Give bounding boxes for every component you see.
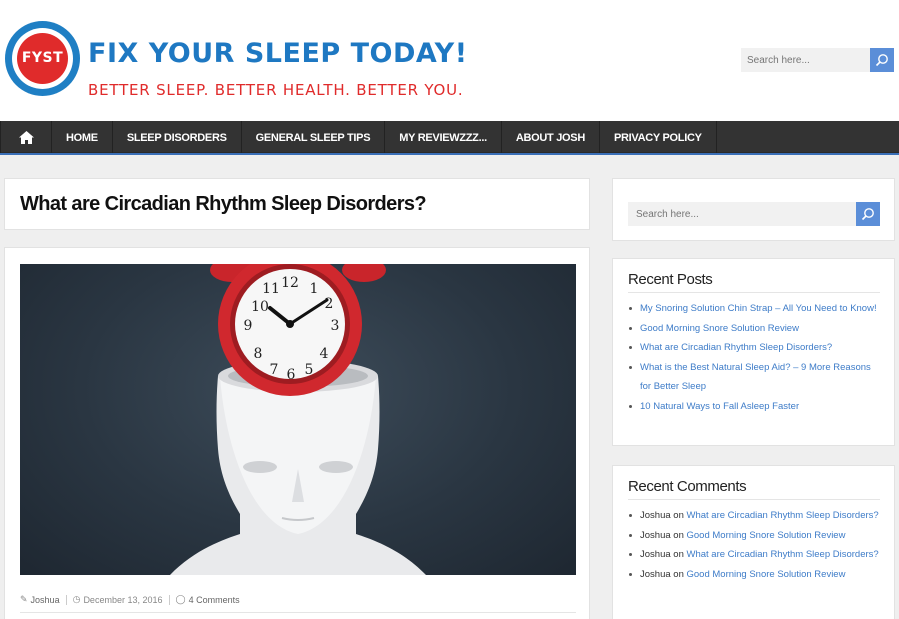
comment-on-text: on xyxy=(673,510,684,521)
list-item: Joshua on What are Circadian Rhythm Slee… xyxy=(628,506,880,526)
recent-comments-list: Joshua on What are Circadian Rhythm Slee… xyxy=(628,506,880,584)
recent-comments-widget: Recent Comments Joshua on What are Circa… xyxy=(612,465,895,619)
post-title-card: What are Circadian Rhythm Sleep Disorder… xyxy=(4,178,590,230)
svg-text:4: 4 xyxy=(320,346,329,362)
post-meta-divider xyxy=(20,612,576,613)
home-icon xyxy=(18,131,34,144)
featured-image: 12 1 10 3 9 8 7 6 5 4 11 2 xyxy=(20,264,576,575)
recent-post-link[interactable]: What is the Best Natural Sleep Aid? – 9 … xyxy=(640,362,871,393)
comment-on-text: on xyxy=(673,568,684,580)
post-meta: ✎ Joshua ◷ December 13, 2016 ◯ 4 Comment… xyxy=(20,594,240,605)
header-search xyxy=(741,48,894,72)
recent-posts-widget: Recent Posts My Snoring Solution Chin St… xyxy=(612,258,895,446)
comment-post-link[interactable]: What are Circadian Rhythm Sleep Disorder… xyxy=(687,510,879,521)
sidebar-search xyxy=(628,202,880,226)
clock-icon: ◷ xyxy=(72,594,81,604)
post-card: 12 1 10 3 9 8 7 6 5 4 11 2 ✎ Joshua ◷ De… xyxy=(4,247,590,619)
comment-post-link[interactable]: Good Morning Snore Solution Review xyxy=(687,530,846,541)
comment-author: Joshua xyxy=(640,568,671,580)
post-comments-link[interactable]: 4 Comments xyxy=(189,595,240,605)
svg-text:6: 6 xyxy=(287,367,296,383)
svg-text:2: 2 xyxy=(325,296,334,312)
sidebar-search-input[interactable] xyxy=(628,202,856,226)
nav-accent-line xyxy=(0,153,899,155)
list-item: My Snoring Solution Chin Strap – All You… xyxy=(628,299,880,319)
list-item: What are Circadian Rhythm Sleep Disorder… xyxy=(628,338,880,358)
list-item: Good Morning Snore Solution Review xyxy=(628,319,880,339)
site-title[interactable]: FIX YOUR SLEEP TODAY! xyxy=(88,38,468,69)
recent-posts-list: My Snoring Solution Chin Strap – All You… xyxy=(628,299,880,416)
sidebar-search-widget xyxy=(612,178,895,241)
nav-home-icon-button[interactable] xyxy=(0,121,52,154)
nav-item-privacy-policy[interactable]: PRIVACY POLICY xyxy=(600,121,717,154)
nav-item-about-josh[interactable]: ABOUT JOSH xyxy=(502,121,600,154)
svg-text:10: 10 xyxy=(251,299,269,315)
svg-text:9: 9 xyxy=(244,318,253,334)
svg-text:7: 7 xyxy=(270,362,279,378)
site-tagline: BETTER SLEEP. BETTER HEALTH. BETTER YOU. xyxy=(88,81,464,99)
list-item: Joshua on Good Morning Snore Solution Re… xyxy=(628,526,880,546)
recent-comments-title: Recent Comments xyxy=(628,478,747,495)
header-search-button[interactable] xyxy=(870,48,894,72)
header-search-input[interactable] xyxy=(741,48,870,72)
recent-post-link[interactable]: My Snoring Solution Chin Strap – All You… xyxy=(640,303,877,314)
list-item: 10 Natural Ways to Fall Asleep Faster xyxy=(628,397,880,417)
svg-text:1: 1 xyxy=(310,281,319,297)
post-date: December 13, 2016 xyxy=(83,594,163,605)
list-item: Joshua on Good Morning Snore Solution Re… xyxy=(628,565,880,585)
nav-item-my-reviewzzz[interactable]: MY REVIEWZZZ... xyxy=(385,121,502,154)
search-icon xyxy=(875,54,888,67)
svg-text:3: 3 xyxy=(331,318,340,334)
nav-item-general-sleep-tips[interactable]: GENERAL SLEEP TIPS xyxy=(242,121,386,154)
list-item: Joshua on What are Circadian Rhythm Slee… xyxy=(628,545,880,565)
comment-on-text: on xyxy=(673,549,684,560)
nav-item-sleep-disorders[interactable]: SLEEP DISORDERS xyxy=(113,121,242,154)
svg-text:12: 12 xyxy=(281,275,299,291)
recent-post-link[interactable]: 10 Natural Ways to Fall Asleep Faster xyxy=(640,401,799,412)
comment-post-link[interactable]: Good Morning Snore Solution Review xyxy=(687,569,846,580)
comment-author: Joshua xyxy=(640,510,671,521)
site-logo[interactable]: FYST xyxy=(5,21,80,96)
svg-text:11: 11 xyxy=(262,281,280,297)
sidebar-search-button[interactable] xyxy=(856,202,880,226)
svg-text:5: 5 xyxy=(305,362,314,378)
author-icon: ✎ xyxy=(20,594,28,604)
comment-post-link[interactable]: What are Circadian Rhythm Sleep Disorder… xyxy=(687,549,879,560)
post-author-link[interactable]: Joshua xyxy=(31,595,60,605)
search-icon xyxy=(861,208,874,221)
head-with-alarm-clock-illustration: 12 1 10 3 9 8 7 6 5 4 11 2 xyxy=(170,264,426,575)
logo-text: FYST xyxy=(17,33,68,84)
comment-on-text: on xyxy=(673,529,684,541)
page-title: What are Circadian Rhythm Sleep Disorder… xyxy=(20,193,427,215)
site-header: FYST FIX YOUR SLEEP TODAY! BETTER SLEEP.… xyxy=(0,0,899,121)
recent-post-link[interactable]: What are Circadian Rhythm Sleep Disorder… xyxy=(640,342,832,353)
list-item: What is the Best Natural Sleep Aid? – 9 … xyxy=(628,358,880,397)
recent-post-link[interactable]: Good Morning Snore Solution Review xyxy=(640,323,799,334)
recent-posts-title: Recent Posts xyxy=(628,271,713,288)
main-navigation: HOME SLEEP DISORDERS GENERAL SLEEP TIPS … xyxy=(0,121,899,155)
nav-item-home[interactable]: HOME xyxy=(52,121,113,154)
comment-author: Joshua xyxy=(640,549,671,560)
svg-text:8: 8 xyxy=(254,346,263,362)
comment-author: Joshua xyxy=(640,529,671,541)
comment-icon: ◯ xyxy=(175,594,186,604)
